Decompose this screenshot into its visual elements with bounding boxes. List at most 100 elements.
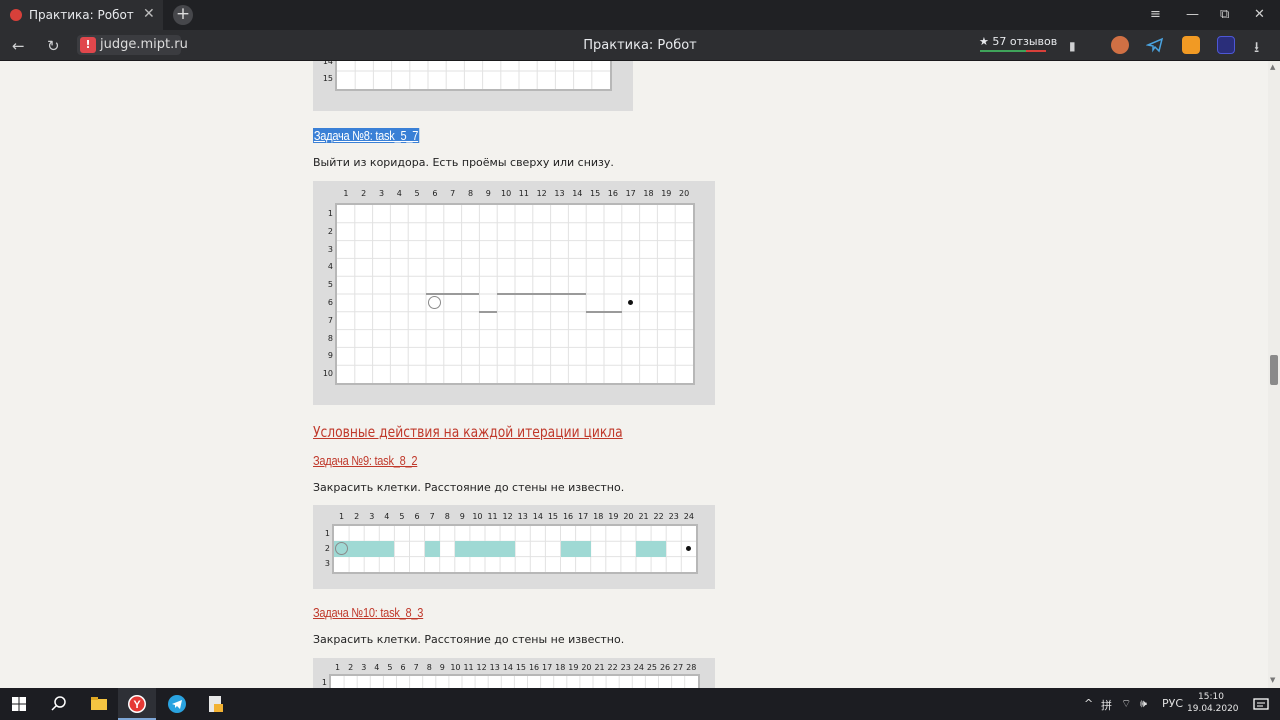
column-number: 11 [463,663,474,672]
tab-title: Практика: Робот [29,8,134,22]
column-number: 6 [400,663,406,672]
column-number: 14 [572,189,583,198]
row-number: 1 [327,208,333,218]
telegram-icon[interactable] [1145,36,1164,54]
row-number: 15 [322,74,333,83]
clock-date: 19.04.2020 [1187,704,1239,714]
task8-heading[interactable]: Задача №8: task_5_7 [313,128,419,143]
filled-cell [364,541,380,557]
start-button[interactable] [0,688,38,720]
column-number: 3 [361,663,367,672]
column-number: 17 [542,663,553,672]
column-number: 8 [444,512,450,521]
column-number: 21 [594,663,605,672]
profile-avatar-icon[interactable] [1111,36,1129,54]
menu-icon[interactable]: ≡ [1150,7,1161,22]
robot-field [329,674,700,688]
reviews-text: ★ 57 отзывов [979,35,1058,48]
filled-cell [651,541,667,557]
task8-description: Выйти из коридора. Есть проёмы сверху ил… [313,156,614,169]
whatsapp-ext-icon[interactable] [1182,36,1200,54]
wall [497,293,587,295]
column-number: 16 [562,512,574,521]
row-number: 14 [322,61,333,66]
column-number: 16 [607,189,618,198]
column-number: 17 [625,189,636,198]
language-indicator[interactable]: РУС [1162,697,1183,710]
search-button[interactable] [40,688,78,720]
column-number: 1 [343,189,349,198]
scroll-down-icon[interactable]: ▼ [1270,676,1275,684]
network-icon[interactable]: ⌔ [1121,697,1131,711]
input-method-icon[interactable]: 拼 [1101,697,1112,713]
folder-icon [91,697,107,710]
filled-cell [349,541,365,557]
column-number: 20 [581,663,592,672]
column-number: 2 [361,189,367,198]
section-heading[interactable]: Условные действия на каждой итерации цик… [313,423,623,441]
page-scrollbar[interactable]: ▲ ▼ [1268,61,1280,688]
svg-text:Y: Y [133,699,141,711]
column-number: 22 [607,663,618,672]
minimize-icon[interactable]: — [1186,7,1199,22]
task9-panel: 1 2 3 4 5 6 7 8 9 10 11 12 13 14 15 16 17 18 19 20 21 22 23 24 1… [313,505,715,589]
yandex-icon: Y [128,695,146,713]
extension-icon[interactable] [1217,36,1235,54]
back-icon[interactable]: ← [12,37,25,55]
task10-heading[interactable]: Задача №10: task_8_3 [313,605,423,620]
search-icon [51,696,66,711]
task9-heading[interactable]: Задача №9: task_8_2 [313,453,418,468]
bookmark-icon[interactable]: ▮ [1069,39,1076,53]
close-window-icon[interactable]: ✕ [1254,7,1265,22]
column-number: 5 [414,189,420,198]
row-number: 9 [327,351,333,361]
wall [426,293,480,295]
column-number: 17 [578,512,589,521]
column-number: 12 [502,512,513,521]
row-number: 1 [321,677,327,687]
rating-bar [980,50,1046,52]
column-number: 21 [638,512,649,521]
download-icon[interactable]: ⭳ [1254,37,1259,62]
site-info-chip[interactable]: ! judge.mipt.ru [77,35,188,55]
new-tab-button[interactable]: + [173,5,193,25]
row-number: 2 [324,543,330,553]
prev-grid [335,61,612,91]
scroll-up-icon[interactable]: ▲ [1270,63,1275,71]
column-number: 25 [646,663,658,672]
scroll-thumb[interactable] [1270,355,1278,385]
robot-field [332,524,699,574]
browser-tab[interactable]: Практика: Робот ✕ [0,0,163,30]
column-number: 26 [659,663,671,672]
maximize-icon[interactable]: ⧉ [1220,7,1229,22]
telegram-button[interactable] [158,688,196,720]
column-number: 7 [413,663,419,672]
notifications-button[interactable] [1242,688,1280,720]
column-number: 11 [518,189,529,198]
column-number: 24 [683,512,694,521]
column-number: 28 [686,663,697,672]
reload-icon[interactable]: ↻ [47,37,60,55]
filled-cell [454,541,470,557]
clock[interactable]: 15:10 19.04.2020 [1187,691,1239,715]
page-title: Практика: Робот [583,38,697,53]
column-number: 20 [678,189,690,198]
file-explorer-button[interactable] [80,688,118,720]
app-button[interactable] [196,688,234,720]
filled-cell [636,541,652,557]
reviews-badge[interactable]: ★ 57 отзывов [979,35,1058,52]
column-number: 13 [517,512,528,521]
row-number: 6 [327,297,333,307]
column-number: 4 [384,512,390,521]
yandex-browser-button[interactable]: Y [118,688,156,720]
row-number: 4 [327,262,333,272]
column-number: 18 [643,189,654,198]
tray-expand-icon[interactable]: ^ [1084,697,1093,710]
prev-task-panel: 14 15 [313,61,633,111]
filled-cell [424,541,440,557]
column-number: 1 [339,512,345,521]
column-number: 14 [502,663,513,672]
column-number: 5 [399,512,405,521]
volume-icon[interactable]: 🕪 [1140,697,1147,711]
tab-close-icon[interactable]: ✕ [143,6,155,22]
